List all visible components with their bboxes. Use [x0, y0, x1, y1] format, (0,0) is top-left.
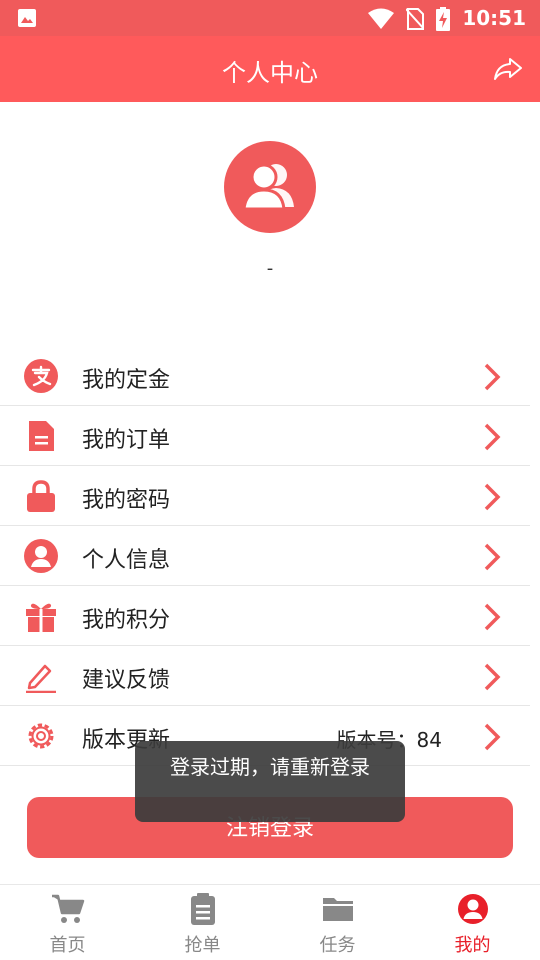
clipboard-icon	[190, 893, 215, 925]
wifi-icon	[368, 8, 394, 29]
menu-item-points[interactable]: 我的积分	[0, 586, 530, 646]
tab-label: 首页	[49, 935, 86, 956]
menu-item-password[interactable]: 我的密码	[0, 466, 530, 526]
battery-charging-icon	[436, 7, 450, 31]
lock-icon	[27, 480, 55, 512]
menu-item-label: 个人信息	[82, 548, 171, 573]
clock: 10:51	[462, 6, 526, 30]
chevron-right-icon	[484, 603, 501, 631]
menu-item-profile-info[interactable]: 个人信息	[0, 526, 530, 586]
system-icons	[368, 7, 450, 31]
menu-list: 我的定金 我的订单 我的密码 个人信息 我的积分 建议反馈 版本更新 版本号：8…	[0, 346, 530, 766]
toast-message: 登录过期，请重新登录	[135, 741, 405, 822]
page-title: 个人中心	[222, 59, 318, 87]
pencil-icon	[26, 664, 56, 693]
folder-icon	[322, 898, 353, 921]
tab-label: 抢单	[184, 935, 221, 956]
status-bar: 10:51	[0, 0, 540, 36]
tab-home[interactable]: 首页	[0, 885, 135, 960]
menu-item-label: 我的定金	[82, 368, 171, 393]
tab-grab-orders[interactable]: 抢单	[135, 885, 270, 960]
chevron-right-icon	[484, 723, 501, 751]
no-sim-icon	[406, 8, 424, 30]
menu-item-label: 我的积分	[82, 608, 171, 633]
user-circle-icon	[24, 539, 58, 573]
menu-item-label: 我的密码	[82, 488, 171, 513]
chevron-right-icon	[484, 543, 501, 571]
chevron-right-icon	[484, 363, 501, 391]
tab-mine[interactable]: 我的	[405, 885, 540, 960]
share-icon[interactable]	[492, 53, 524, 85]
image-icon	[18, 9, 36, 27]
avatar[interactable]	[224, 141, 316, 233]
menu-item-label: 我的订单	[82, 428, 171, 453]
tab-label: 我的	[454, 935, 491, 956]
username: -	[266, 258, 274, 279]
tab-tasks[interactable]: 任务	[270, 885, 405, 960]
chevron-right-icon	[484, 483, 501, 511]
menu-item-label: 建议反馈	[82, 668, 171, 693]
users-icon	[242, 163, 294, 211]
gear-icon	[28, 723, 54, 749]
chevron-right-icon	[484, 423, 501, 451]
user-circle-icon	[457, 894, 488, 924]
bottom-tab-bar: 首页 抢单 任务 我的	[0, 884, 540, 960]
chevron-right-icon	[484, 663, 501, 691]
menu-item-orders[interactable]: 我的订单	[0, 406, 530, 466]
document-icon	[29, 421, 54, 451]
cart-icon	[51, 894, 84, 923]
gift-icon	[26, 603, 56, 632]
alipay-icon	[24, 359, 58, 393]
app-bar: 个人中心	[0, 36, 540, 102]
tab-label: 任务	[319, 935, 356, 956]
menu-item-feedback[interactable]: 建议反馈	[0, 646, 530, 706]
menu-item-deposit[interactable]: 我的定金	[0, 346, 530, 406]
